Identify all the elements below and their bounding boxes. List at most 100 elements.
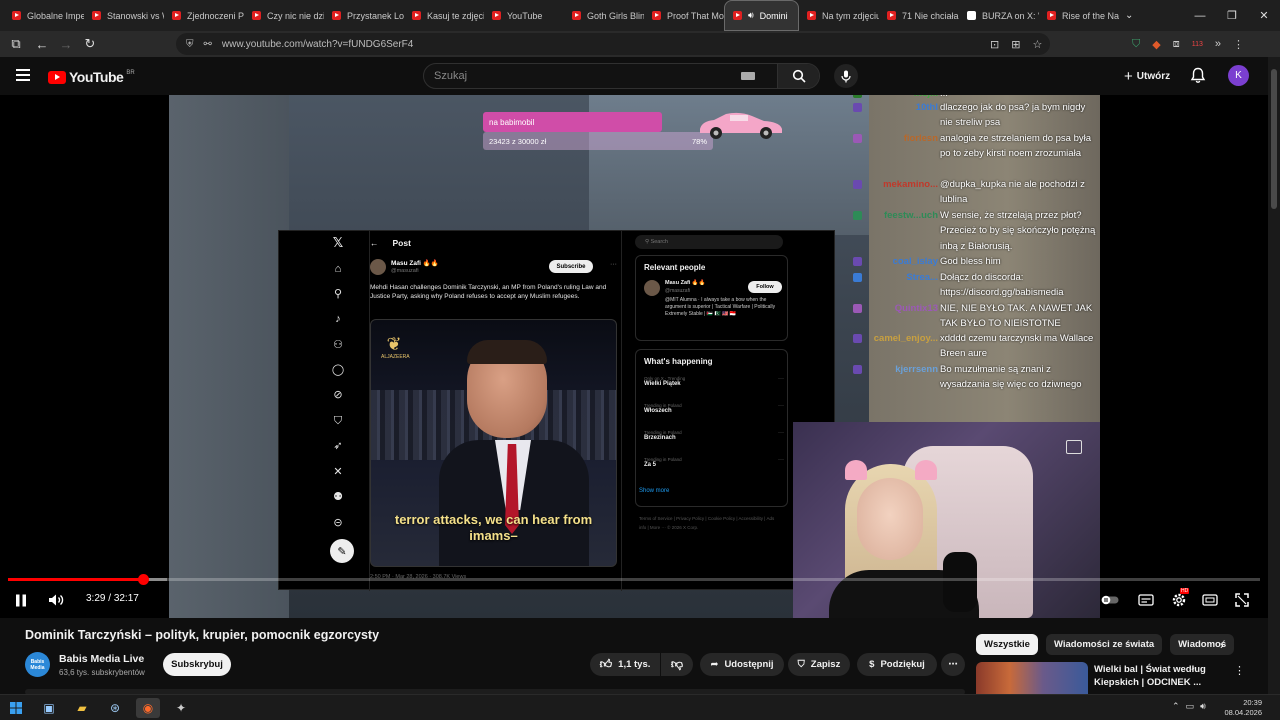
browser-tab[interactable]: Czy nic nie dzi <box>244 0 324 31</box>
progress-bar[interactable] <box>8 574 1260 585</box>
app-taskbar-icon[interactable]: ✦ <box>169 698 193 718</box>
task-view-icon[interactable]: ▣ <box>37 698 61 718</box>
search-input[interactable]: Szukaj <box>424 70 741 82</box>
browser-tab[interactable]: Kasuj te zdjęci <box>404 0 484 31</box>
chips-next-icon[interactable]: › <box>1220 640 1224 652</box>
related-video-item[interactable]: Wielki bal | Świat według Kiepskich | OD… <box>976 662 1246 698</box>
youtube-favicon-icon <box>492 11 501 20</box>
browser-tab[interactable]: Proof That Mo <box>644 0 724 31</box>
brave-browser-taskbar-icon[interactable]: ◉ <box>136 698 160 718</box>
site-info-icon[interactable]: ⛨ <box>186 39 194 50</box>
system-clock[interactable]: 20:39 08.04.2026 <box>1224 698 1262 718</box>
youtube-header: YouTube BR Szukaj + Utwórz K <box>0 57 1268 95</box>
settings-button[interactable]: HD <box>1169 588 1190 609</box>
file-explorer-icon[interactable]: ▰ <box>70 698 94 718</box>
theater-mode-button[interactable] <box>1201 591 1219 609</box>
audio-playing-icon[interactable]: 🔊︎ <box>748 10 754 21</box>
filter-chip[interactable]: Wiadomości ze świata <box>1045 634 1163 655</box>
create-button[interactable]: + Utwórz <box>1116 65 1178 87</box>
browser-tab[interactable]: Stanowski vs W <box>84 0 164 31</box>
scrollbar-thumb[interactable] <box>1271 69 1277 209</box>
open-in-app-icon[interactable]: ⊞ <box>1011 38 1020 51</box>
reload-icon[interactable]: ↻ <box>78 32 102 56</box>
related-video-menu-icon[interactable]: ⋮ <box>1234 664 1245 677</box>
browser-tab[interactable]: Globalne Impe <box>4 0 84 31</box>
trend-item: Trending in Poland Włoszech ··· <box>644 403 784 414</box>
tab-label: Globalne Impe <box>27 10 84 21</box>
share-button[interactable]: ➦ Udostępnij <box>700 653 784 676</box>
explore-search-icon: ⚲ <box>333 288 343 300</box>
tab-label: Zjednoczeni P <box>187 10 244 21</box>
notifications-button[interactable] <box>1190 67 1206 89</box>
chat-badges <box>853 134 862 143</box>
video-title: Dominik Tarczyński – polityk, krupier, p… <box>25 628 380 642</box>
speaker-icon[interactable]: 🔊︎ <box>1200 701 1206 712</box>
browser-tab[interactable]: Goth Girls Blin <box>564 0 644 31</box>
thanks-button[interactable]: $ Podziękuj <box>857 653 937 676</box>
tray-overflow-icon[interactable]: ⌃ <box>1172 701 1180 712</box>
channel-avatar[interactable]: Babis Media <box>25 652 50 677</box>
twitch-badge-icon <box>853 134 862 143</box>
tune-icon[interactable]: ⚯ <box>204 39 212 50</box>
forward-icon[interactable]: → <box>54 32 78 56</box>
subscribe-button[interactable]: Subskrybuj <box>163 653 231 676</box>
chat-text: @dupka_kupka nie ale pochodzi z lublina <box>940 179 1085 206</box>
tab-actions-icon[interactable]: ⧉ <box>4 32 28 56</box>
browser-tab[interactable]: Na tym zdjęciu <box>799 0 879 31</box>
more-actions-button[interactable]: ⋯ <box>941 653 965 676</box>
minimize-icon[interactable]: — <box>1184 0 1216 31</box>
fullscreen-button[interactable] <box>1233 591 1251 609</box>
scrubber-handle[interactable] <box>138 574 150 585</box>
fox-extension-icon[interactable]: ◆ <box>1152 38 1160 51</box>
autoplay-toggle[interactable] <box>1101 591 1119 609</box>
restore-icon[interactable]: ❐ <box>1216 0 1248 31</box>
volume-button[interactable] <box>47 591 65 609</box>
close-window-icon[interactable]: ✕ <box>1248 0 1280 31</box>
browser-tab[interactable]: 🔊︎Domini✕ <box>724 0 799 31</box>
url-bar[interactable]: ⛨ ⚯ www.youtube.com/watch?v=fUNDG6SerF4 <box>176 33 1050 55</box>
browser-tab[interactable]: YouTube <box>484 0 564 31</box>
screenshot-icon[interactable]: ⊡ <box>990 38 999 51</box>
windows-start-icon[interactable] <box>4 698 28 718</box>
page-scrollbar[interactable] <box>1268 57 1280 694</box>
save-button[interactable]: ⛉ Zapisz <box>788 653 850 676</box>
chat-username: feestw...uch <box>883 210 938 221</box>
browser-tab[interactable]: Rise of the Na <box>1039 0 1119 31</box>
filter-chip[interactable]: Wiadomoś <box>1170 634 1235 655</box>
tab-label: YouTube <box>507 10 543 21</box>
stream-chat-overlay: mej......10thldlaczego jak do psa? ja by… <box>853 95 1100 395</box>
network-icon[interactable]: ▭ <box>1186 701 1195 712</box>
windows-taskbar: ▣ ▰ ⊛ ◉ ✦ ⌃ ▭ 🔊︎ 20:39 08.04.2026 <box>0 694 1280 720</box>
like-button[interactable]: 👍︎ 1,1 tys. <box>590 653 660 676</box>
account-avatar[interactable]: K <box>1228 65 1249 86</box>
more-tools-icon[interactable]: » <box>1215 38 1221 50</box>
dislike-button[interactable]: 👎︎ <box>661 653 693 676</box>
browser-tab[interactable]: BURZA on X: " <box>959 0 1039 31</box>
tab-list-dropdown-icon[interactable]: ⌄ <box>1125 10 1133 21</box>
extensions-puzzle-icon[interactable]: ⧈ <box>1173 38 1180 51</box>
related-video-thumbnail[interactable] <box>976 662 1088 698</box>
bookmark-star-icon[interactable]: ☆ <box>1032 38 1042 51</box>
steam-icon[interactable]: ⊛ <box>103 698 127 718</box>
browser-tab[interactable]: 71 Nie chciała <box>879 0 959 31</box>
voice-search-button[interactable] <box>834 64 858 88</box>
filter-chip[interactable]: Wszystkie <box>976 634 1038 655</box>
channel-name[interactable]: Babis Media Live <box>59 653 144 665</box>
back-icon[interactable]: ← <box>30 32 54 56</box>
chat-text: Dołącz do discorda: https://discord.gg/b… <box>940 272 1064 299</box>
menu-hamburger-icon[interactable] <box>16 69 30 81</box>
subtitles-button[interactable] <box>1137 591 1155 609</box>
pause-button[interactable] <box>12 591 30 609</box>
youtube-logo[interactable]: YouTube BR <box>48 69 135 85</box>
video-player[interactable]: 23423 z 30000 zł 78% na babimobil 𝕏 ⌂ ⚲ … <box>0 95 1268 618</box>
browser-tab[interactable]: Przystanek Lon <box>324 0 404 31</box>
browser-menu-icon[interactable]: ⋮ <box>1233 38 1244 51</box>
shield-extension-icon[interactable]: ⛉ <box>1132 38 1140 51</box>
search-button[interactable] <box>777 64 819 88</box>
browser-tab[interactable]: Zjednoczeni P <box>164 0 244 31</box>
miniplayer-expand-icon[interactable] <box>1066 440 1082 454</box>
keyboard-icon[interactable] <box>741 72 755 80</box>
search-box[interactable]: Szukaj <box>423 63 820 89</box>
extension-badge[interactable]: 113 <box>1192 41 1203 48</box>
related-video-title[interactable]: Wielki bal | Świat według Kiepskich | OD… <box>1094 663 1234 689</box>
